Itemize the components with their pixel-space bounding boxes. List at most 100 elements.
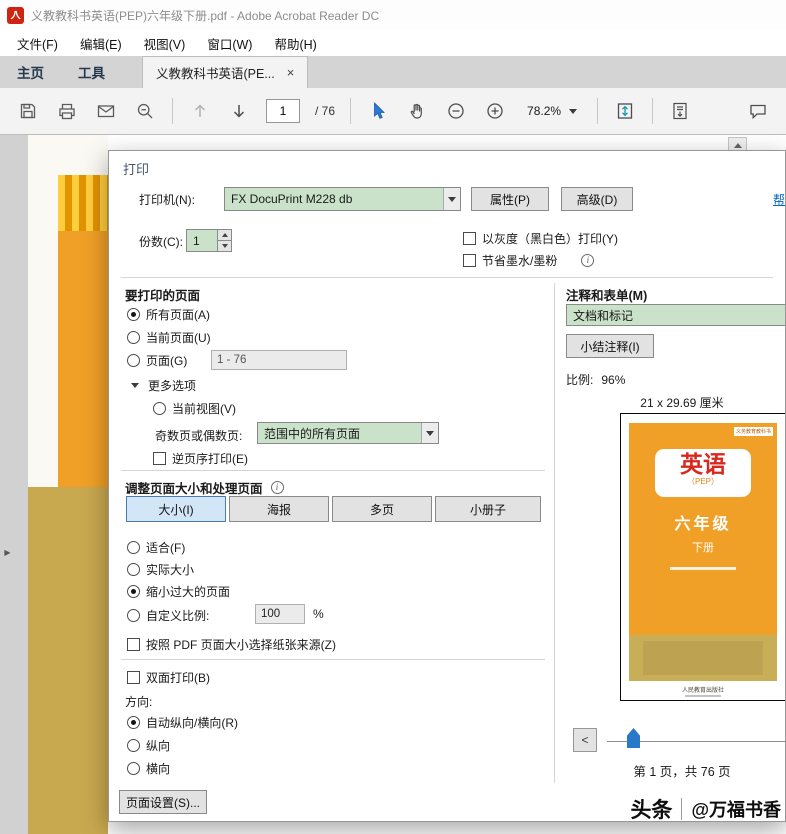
- radio-label: 页面(G): [146, 354, 188, 368]
- select-tool-icon[interactable]: [366, 96, 390, 126]
- radio-page-range[interactable]: 页面(G): [127, 352, 187, 369]
- radio-current-page[interactable]: 当前页面(U): [127, 329, 211, 346]
- preview-slider-thumb[interactable]: [627, 728, 640, 748]
- cover-deco-line: [670, 567, 736, 570]
- print-button[interactable]: [55, 96, 79, 126]
- next-page-button[interactable]: [227, 96, 251, 126]
- printer-advanced-button[interactable]: 高级(D): [561, 187, 633, 211]
- page-range-input[interactable]: [211, 350, 347, 370]
- more-options-toggle[interactable]: 更多选项: [131, 377, 196, 394]
- paper-size-label: 21 x 29.69 厘米: [640, 396, 724, 410]
- info-icon[interactable]: [581, 254, 595, 267]
- close-icon[interactable]: ×: [287, 65, 295, 80]
- checkbox-paper-source[interactable]: 按照 PDF 页面大小选择纸张来源(Z): [127, 636, 336, 653]
- size-button[interactable]: 大小(I): [126, 496, 226, 522]
- comments-select[interactable]: 文档和标记: [566, 304, 785, 326]
- menu-edit[interactable]: 编辑(E): [69, 30, 133, 57]
- percent-label: %: [313, 607, 324, 621]
- odd-even-select[interactable]: 范围中的所有页面: [257, 422, 439, 444]
- chevron-down-icon: [131, 383, 139, 388]
- radio-label: 所有页面(A): [146, 308, 210, 322]
- hand-tool-icon[interactable]: [405, 96, 429, 126]
- print-dialog: 打印 打印机(N): FX DocuPrint M228 db 属性(P) 高级…: [108, 150, 786, 822]
- divider: [121, 277, 773, 278]
- multiple-button[interactable]: 多页: [332, 496, 432, 522]
- cover-orange-area: [28, 231, 108, 487]
- preview-previous-button[interactable]: <: [573, 728, 597, 752]
- tab-document[interactable]: 义教教科书英语(PE... ×: [142, 56, 309, 88]
- checkbox-label: 逆页序打印(E): [172, 452, 248, 466]
- radio-auto-orientation[interactable]: 自动纵向/横向(R): [127, 714, 238, 731]
- cover-tan-area: [28, 487, 108, 834]
- checkbox-label: 节省墨水/墨粉: [482, 254, 558, 268]
- spinner-up-button[interactable]: [218, 230, 231, 240]
- info-icon[interactable]: [270, 481, 284, 494]
- book-cover: 义务教育教科书 英语 （PEP） 六年级 下册: [629, 423, 777, 635]
- printer-properties-button[interactable]: 属性(P): [471, 187, 549, 211]
- toolbar-separator: [350, 98, 352, 124]
- zoom-level-select[interactable]: 78.2%: [522, 101, 582, 121]
- radio-custom-scale[interactable]: 自定义比例:: [127, 607, 209, 624]
- scale-label: 比例:: [566, 373, 594, 387]
- save-button[interactable]: [16, 96, 40, 126]
- summarize-comments-button[interactable]: 小结注释(I): [566, 334, 654, 358]
- radio-label: 适合(F): [146, 541, 186, 555]
- checkbox-grayscale[interactable]: 以灰度（黑白色）打印(Y): [463, 230, 618, 247]
- booklet-button[interactable]: 小册子: [435, 496, 541, 522]
- radio-current-view[interactable]: 当前视图(V): [153, 400, 236, 417]
- cover-grade: 六年级: [674, 516, 732, 533]
- watermark: 头条 @万福书香: [630, 794, 781, 824]
- menu-help[interactable]: 帮助(H): [263, 30, 327, 57]
- checkbox-reverse-order[interactable]: 逆页序打印(E): [153, 450, 248, 467]
- radio-indicator: [127, 563, 140, 576]
- printer-select-value: FX DocuPrint M228 db: [231, 192, 353, 206]
- checkbox-save-ink[interactable]: 节省墨水/墨粉: [463, 252, 595, 269]
- help-link[interactable]: 帮: [773, 191, 785, 208]
- sizing-section-heading: 调整页面大小和处理页面: [125, 482, 263, 496]
- radio-fit[interactable]: 适合(F): [127, 539, 185, 556]
- scale-value: 96%: [601, 372, 626, 387]
- zoom-out-tool-icon[interactable]: [133, 96, 157, 126]
- arrow-up-icon: [733, 143, 742, 148]
- poster-button[interactable]: 海报: [229, 496, 329, 522]
- menu-file[interactable]: 文件(F): [6, 30, 69, 57]
- checkbox-duplex[interactable]: 双面打印(B): [127, 669, 210, 686]
- radio-label: 实际大小: [146, 563, 195, 577]
- comment-tool-icon[interactable]: [746, 96, 770, 126]
- checkbox-label: 以灰度（黑白色）打印(Y): [482, 232, 618, 246]
- zoom-out-button[interactable]: [444, 96, 468, 126]
- page-scrolling-view-icon[interactable]: [613, 96, 637, 126]
- copies-stepper[interactable]: 1: [186, 229, 232, 252]
- radio-all-pages[interactable]: 所有页面(A): [127, 306, 210, 323]
- cover-publisher: 人民教育出版社: [681, 688, 724, 694]
- radio-indicator: [127, 739, 140, 752]
- page-setup-button[interactable]: 页面设置(S)...: [119, 790, 207, 814]
- radio-shrink-oversized[interactable]: 缩小过大的页面: [127, 583, 230, 600]
- odd-even-select-value: 范围中的所有页面: [264, 426, 361, 441]
- page-export-icon[interactable]: [668, 96, 692, 126]
- menu-window[interactable]: 窗口(W): [196, 30, 263, 57]
- pages-section-heading: 要打印的页面: [125, 289, 201, 303]
- radio-indicator: [153, 402, 166, 415]
- menu-view[interactable]: 视图(V): [133, 30, 197, 57]
- radio-actual-size[interactable]: 实际大小: [127, 561, 194, 578]
- email-button[interactable]: [94, 96, 118, 126]
- zoom-in-button[interactable]: [483, 96, 507, 126]
- watermark-brand: 头条: [630, 799, 673, 822]
- previous-page-button[interactable]: [188, 96, 212, 126]
- tab-tools[interactable]: 工具: [61, 56, 122, 88]
- arrow-up-icon: [221, 233, 228, 237]
- cover-stripes: [28, 175, 108, 231]
- radio-landscape[interactable]: 横向: [127, 760, 170, 777]
- tab-home[interactable]: 主页: [0, 56, 61, 88]
- sidebar-expand-button[interactable]: ▶: [1, 540, 14, 564]
- radio-portrait[interactable]: 纵向: [127, 737, 170, 754]
- page-number-input[interactable]: [266, 99, 300, 123]
- comments-section-heading: 注释和表单(M): [566, 289, 648, 303]
- sizing-section-heading-row: 调整页面大小和处理页面: [125, 478, 284, 497]
- watermark-divider: [681, 798, 683, 820]
- radio-indicator: [127, 716, 140, 729]
- custom-scale-input[interactable]: [255, 604, 305, 624]
- spinner-down-button[interactable]: [218, 240, 231, 251]
- printer-select[interactable]: FX DocuPrint M228 db: [224, 187, 461, 211]
